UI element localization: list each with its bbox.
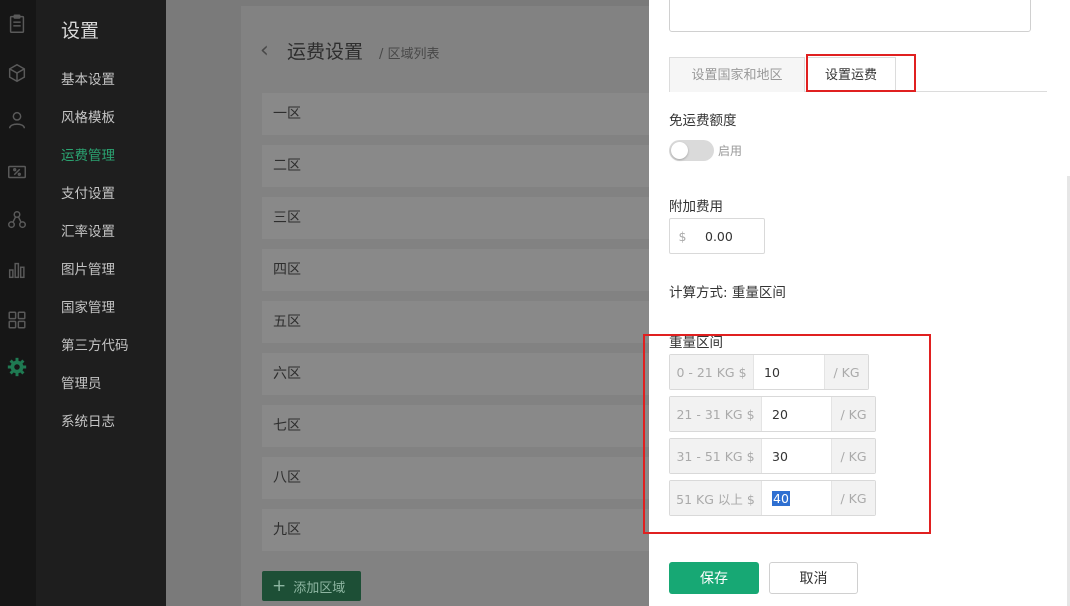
apps-icon[interactable] <box>5 308 29 332</box>
breadcrumb: / 区域列表 <box>379 47 440 62</box>
sidebar-item-third-party[interactable]: 第三方代码 <box>61 334 129 354</box>
cancel-button[interactable]: 取消 <box>769 562 858 594</box>
toggle-label: 启用 <box>718 144 743 158</box>
discount-icon[interactable] <box>5 160 29 184</box>
zone-row[interactable]: 五区 <box>262 301 662 343</box>
zone-row[interactable]: 八区 <box>262 457 662 499</box>
sidebar-item-templates[interactable]: 风格模板 <box>61 106 115 126</box>
tab-countries[interactable]: 设置国家和地区 <box>669 57 805 92</box>
sidebar-item-admins[interactable]: 管理员 <box>61 372 102 392</box>
sidebar: 设置 基本设置 风格模板 运费管理 支付设置 汇率设置 图片管理 国家管理 第三… <box>36 0 166 606</box>
main-content: ‹ 运费设置 / 区域列表 一区 二区 三区 四区 五区 六区 七区 八区 九区… <box>166 0 662 606</box>
sidebar-item-images[interactable]: 图片管理 <box>61 258 115 278</box>
save-button[interactable]: 保存 <box>669 562 759 594</box>
zone-row[interactable]: 三区 <box>262 197 662 239</box>
extra-fee-label: 附加费用 <box>669 199 723 215</box>
bar-chart-icon[interactable] <box>5 258 29 282</box>
panel-top-input[interactable] <box>669 0 1031 32</box>
box-icon[interactable] <box>5 61 29 85</box>
sidebar-item-basic[interactable]: 基本设置 <box>61 68 115 88</box>
zone-row[interactable]: 九区 <box>262 509 662 551</box>
highlight-box-tab <box>806 54 916 92</box>
toggle-knob <box>671 142 688 159</box>
zone-row[interactable]: 七区 <box>262 405 662 447</box>
highlight-box-weight-ranges <box>643 334 931 534</box>
zone-row[interactable]: 二区 <box>262 145 662 187</box>
zone-row[interactable]: 四区 <box>262 249 662 291</box>
sidebar-item-countries[interactable]: 国家管理 <box>61 296 115 316</box>
calc-method-text: 计算方式: 重量区间 <box>669 285 786 301</box>
sidebar-item-shipping[interactable]: 运费管理 <box>61 144 115 164</box>
currency-prefix: $ <box>678 228 687 244</box>
extra-fee-input[interactable]: 0.00 <box>695 229 764 244</box>
sidebar-item-logs[interactable]: 系统日志 <box>61 410 115 430</box>
plus-icon: + <box>272 575 287 596</box>
zone-row[interactable]: 六区 <box>262 353 662 395</box>
free-shipping-label: 免运费额度 <box>669 113 737 129</box>
sidebar-item-exchange-rate[interactable]: 汇率设置 <box>61 220 115 240</box>
user-icon[interactable] <box>5 108 29 132</box>
page-title: 运费设置 <box>287 41 364 63</box>
extra-fee-field[interactable]: $ 0.00 <box>669 218 765 254</box>
clipboard-icon[interactable] <box>5 12 29 36</box>
gear-icon[interactable] <box>5 355 29 379</box>
sidebar-item-payment[interactable]: 支付设置 <box>61 182 115 202</box>
sidebar-title: 设置 <box>61 20 100 42</box>
back-chevron-icon[interactable]: ‹ <box>260 38 269 63</box>
shipping-panel: 设置国家和地区 设置运费 免运费额度 启用 附加费用 $ 0.00 计算方式: … <box>643 0 1070 606</box>
zone-row[interactable]: 一区 <box>262 93 662 135</box>
add-zone-label: 添加区域 <box>293 580 346 596</box>
icon-rail <box>0 0 36 606</box>
add-zone-button[interactable]: + 添加区域 <box>262 571 361 601</box>
network-icon[interactable] <box>5 208 29 232</box>
free-shipping-toggle[interactable] <box>669 140 714 161</box>
